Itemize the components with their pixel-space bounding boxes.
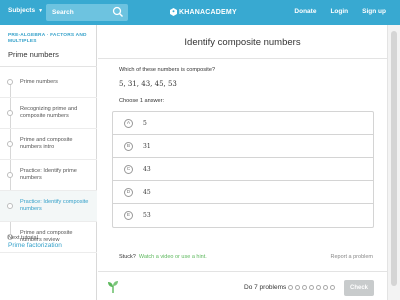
- video-status-icon: [7, 79, 13, 85]
- choice-value: 5: [143, 119, 147, 127]
- progress-dot: [316, 285, 321, 290]
- check-button[interactable]: Check: [344, 280, 374, 296]
- tutorial-item[interactable]: Practice: Identify prime numbers: [0, 160, 97, 191]
- scrollbar[interactable]: [387, 25, 400, 300]
- choice-value: 45: [143, 188, 151, 196]
- progress-dots: [288, 285, 335, 290]
- exercise-title: Identify composite numbers: [184, 37, 301, 48]
- video-status-icon: [7, 110, 13, 116]
- leaf-logo-icon: [170, 8, 177, 16]
- subjects-label: Subjects: [8, 7, 36, 14]
- answer-choice[interactable]: A 5: [113, 112, 373, 135]
- top-navbar: Subjects ▼ Search KHANACADEMY Donate Log…: [0, 0, 400, 25]
- number-list: 5, 31, 43, 45, 53: [119, 80, 177, 88]
- divider: [98, 58, 387, 59]
- choice-radio[interactable]: B: [124, 141, 133, 151]
- search-icon[interactable]: [112, 6, 124, 18]
- choice-radio[interactable]: E: [124, 211, 133, 220]
- sprout-icon: [108, 281, 118, 293]
- tutorial-item-label: Practice: Identify prime numbers: [20, 168, 77, 181]
- choice-radio[interactable]: C: [124, 164, 133, 174]
- question-text: Which of these numbers is composite?: [119, 67, 216, 73]
- exercise-status-icon: [7, 172, 13, 178]
- divider: [98, 271, 387, 272]
- report-problem-link[interactable]: Report a problem: [331, 254, 374, 260]
- progress-dot: [330, 285, 335, 290]
- choose-label: Choose 1 answer:: [119, 98, 165, 104]
- scrollbar-thumb[interactable]: [391, 31, 397, 286]
- tutorial-item-label: Practice: Identify composite numbers: [20, 199, 89, 212]
- tutorial-item-label: Recognizing prime and composite numbers: [20, 106, 78, 119]
- choice-value: 31: [143, 142, 151, 150]
- stuck-row: Stuck? Watch a video or use a hint.: [119, 254, 207, 260]
- chevron-down-icon: ▼: [38, 7, 44, 14]
- subjects-menu[interactable]: Subjects ▼: [8, 7, 43, 14]
- signup-link[interactable]: Sign up: [362, 8, 386, 15]
- progress-dot: [302, 285, 307, 290]
- progress-label: Do 7 problems: [244, 284, 287, 291]
- stuck-label: Stuck?: [119, 254, 136, 260]
- progress-dot: [288, 285, 293, 290]
- hint-link[interactable]: Watch a video or use a hint.: [139, 254, 207, 260]
- next-tutorial-link[interactable]: Prime factorization: [8, 242, 62, 249]
- tutorial-item-label: Prime and composite numbers intro: [20, 137, 73, 150]
- tutorial-item-list: Prime numbers Recognizing prime and comp…: [0, 67, 97, 253]
- tutorial-sidebar: PRE-ALGEBRA · FACTORS AND MULTIPLES Prim…: [0, 25, 97, 300]
- search-input[interactable]: Search: [46, 4, 128, 21]
- exercise-status-icon: [7, 203, 13, 209]
- nav-links: Donate Login Sign up: [294, 8, 386, 15]
- exercise-panel: Identify composite numbers Which of thes…: [98, 25, 387, 300]
- answer-choice[interactable]: B 31: [113, 135, 373, 158]
- khan-academy-logo[interactable]: KHANACADEMY: [170, 8, 237, 16]
- progress-dot: [323, 285, 328, 290]
- progress-dot: [295, 285, 300, 290]
- tutorial-item[interactable]: Prime numbers: [0, 67, 97, 98]
- tutorial-item[interactable]: Recognizing prime and composite numbers: [0, 98, 97, 129]
- tutorial-item[interactable]: Prime and composite numbers intro: [0, 129, 97, 160]
- next-tutorial-label: Next tutorial: [8, 235, 38, 241]
- choice-radio[interactable]: A: [124, 118, 133, 128]
- tutorial-title: Prime numbers: [8, 50, 59, 59]
- tutorial-item-label: Prime numbers: [20, 78, 58, 85]
- tutorial-item-active[interactable]: Practice: Identify composite numbers: [0, 191, 97, 222]
- progress-dot: [309, 285, 314, 290]
- logo-text: KHANACADEMY: [179, 8, 237, 16]
- choice-radio[interactable]: D: [124, 187, 133, 197]
- video-status-icon: [7, 141, 13, 147]
- breadcrumb[interactable]: PRE-ALGEBRA · FACTORS AND MULTIPLES: [8, 33, 92, 45]
- login-link[interactable]: Login: [330, 8, 348, 15]
- choice-value: 53: [143, 212, 151, 219]
- answer-choice[interactable]: E 53: [113, 204, 373, 227]
- choice-value: 43: [143, 165, 151, 173]
- answer-choices: A 5 B 31 C 43 D 45 E 53: [112, 111, 374, 228]
- donate-link[interactable]: Donate: [294, 8, 316, 15]
- answer-choice[interactable]: C 43: [113, 158, 373, 181]
- answer-choice[interactable]: D 45: [113, 181, 373, 204]
- search-placeholder: Search: [52, 9, 74, 16]
